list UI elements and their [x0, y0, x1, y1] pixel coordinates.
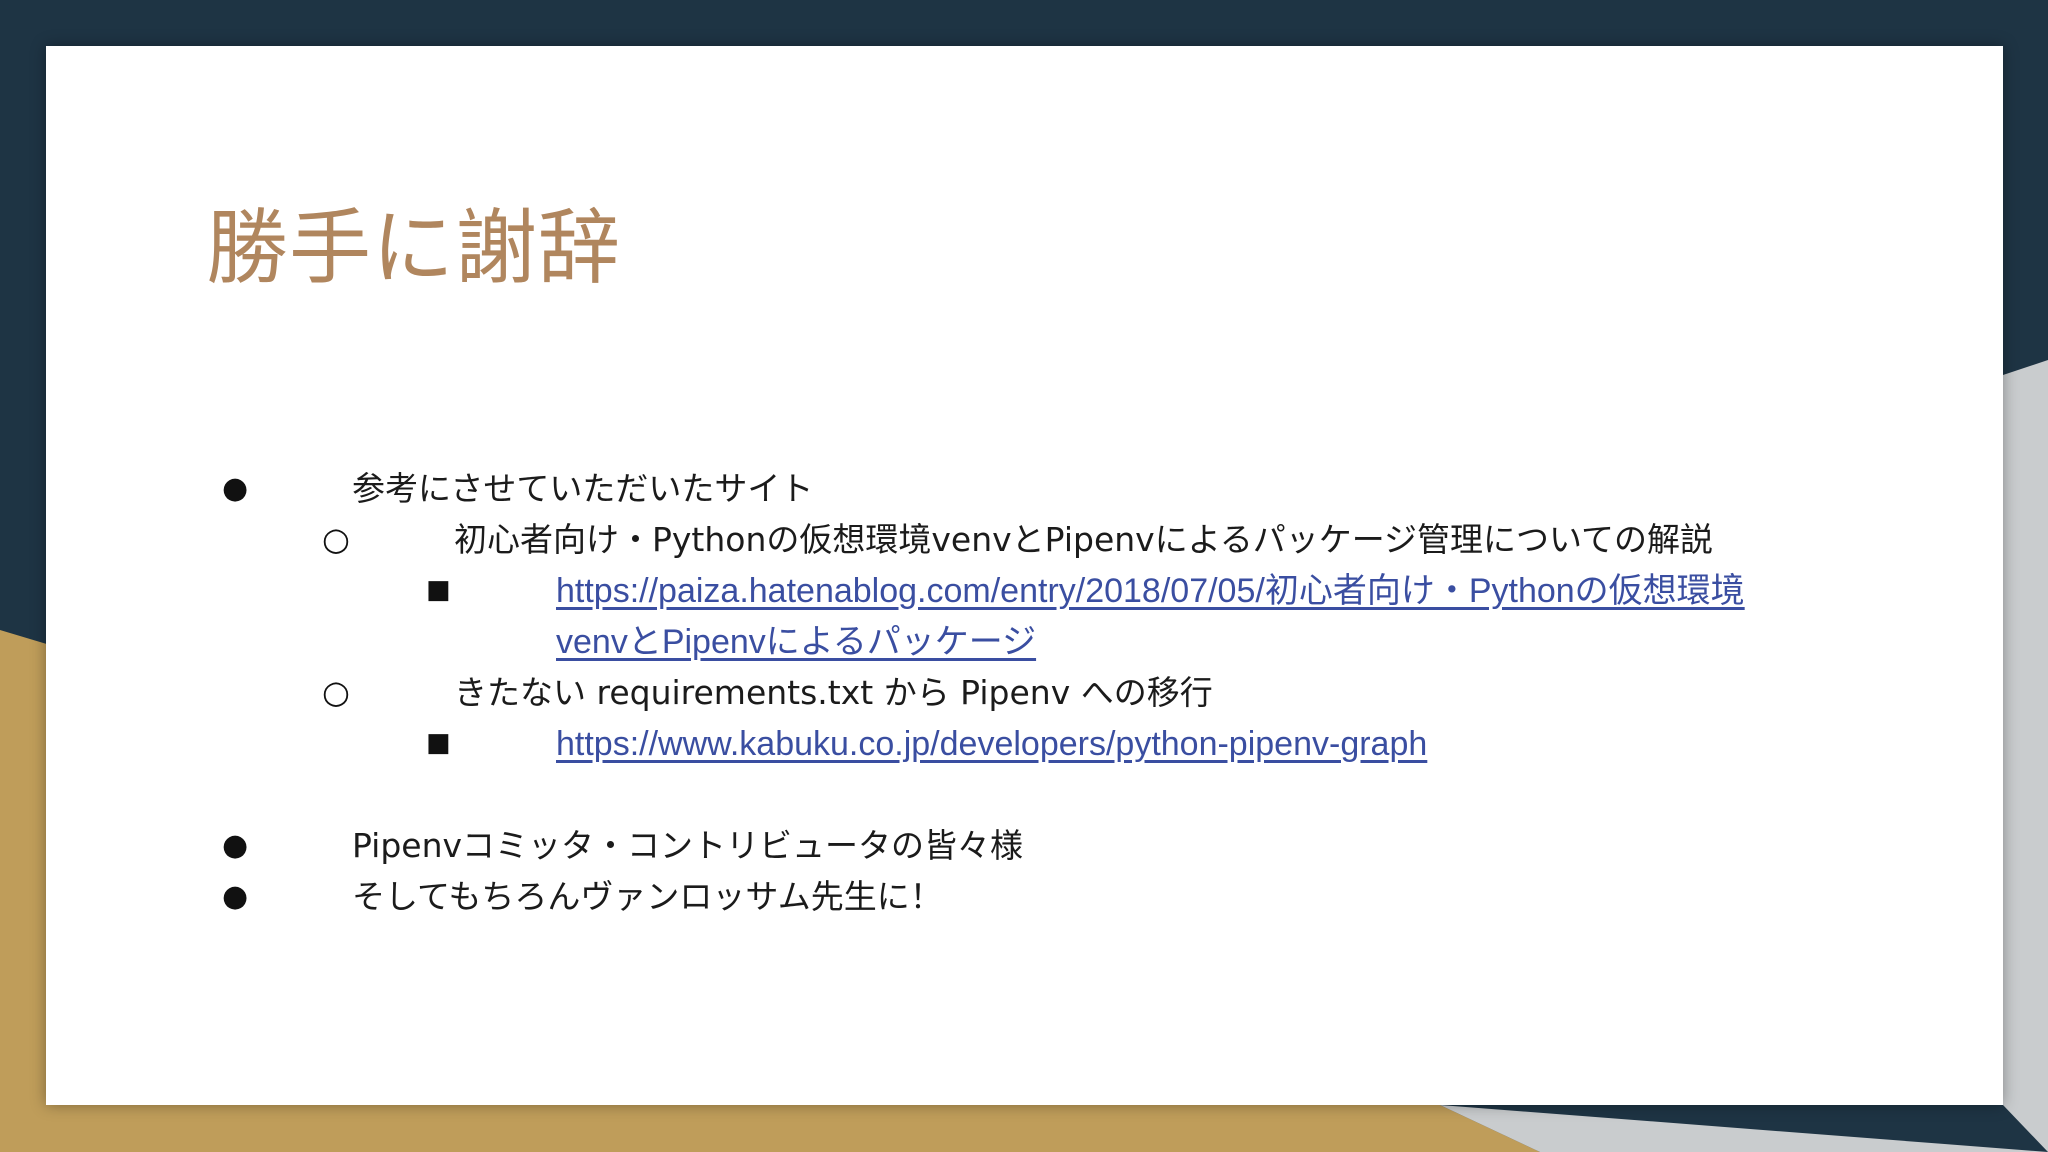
bullet-list: ● 参考にさせていただいたサイト ○ 初心者向け・Pythonの仮想環境venv…: [222, 463, 1882, 922]
list-item-text: きたない requirements.txt から Pipenv への移行: [454, 673, 1213, 712]
bullet-disc: ●: [222, 828, 249, 863]
list-item: ○ 初心者向け・Pythonの仮想環境venvとPipenvによるパッケージ管理…: [222, 514, 1882, 565]
bullet-square: ■: [426, 728, 451, 758]
list-item: ■ https://paiza.hatenablog.com/entry/201…: [222, 565, 1882, 616]
paiza-link-continuation[interactable]: venvとPipenvによるパッケージ: [556, 623, 1036, 661]
bullet-square: ■: [426, 575, 451, 605]
list-item: ● 参考にさせていただいたサイト: [222, 463, 1882, 514]
list-item: ● Pipenvコミッタ・コントリビュータの皆々様: [222, 820, 1882, 871]
kabuku-link[interactable]: https://www.kabuku.co.jp/developers/pyth…: [556, 725, 1427, 763]
list-item-continuation: venvとPipenvによるパッケージ: [222, 616, 1882, 667]
list-item: ■ https://www.kabuku.co.jp/developers/py…: [222, 718, 1882, 769]
list-item: ● そしてもちろんヴァンロッサム先生に！: [222, 871, 1882, 922]
list-item-text: そしてもちろんヴァンロッサム先生に！: [352, 877, 943, 916]
list-item-text: 初心者向け・Pythonの仮想環境venvとPipenvによるパッケージ管理につ…: [454, 520, 1714, 559]
list-item-text: Pipenvコミッタ・コントリビュータの皆々様: [352, 826, 1024, 865]
paiza-link[interactable]: https://paiza.hatenablog.com/entry/2018/…: [556, 572, 1745, 610]
bullet-circle: ○: [322, 520, 350, 558]
list-item-text: 参考にさせていただいたサイト: [352, 469, 814, 508]
slide-title: 勝手に謝辞: [206, 201, 622, 296]
list-item: ○ きたない requirements.txt から Pipenv への移行: [222, 667, 1882, 718]
bullet-disc: ●: [222, 879, 249, 914]
slide: 勝手に謝辞 ● 参考にさせていただいたサイト ○ 初心者向け・Pythonの仮想…: [46, 46, 2003, 1105]
bullet-disc: ●: [222, 471, 249, 506]
bullet-circle: ○: [322, 673, 350, 711]
